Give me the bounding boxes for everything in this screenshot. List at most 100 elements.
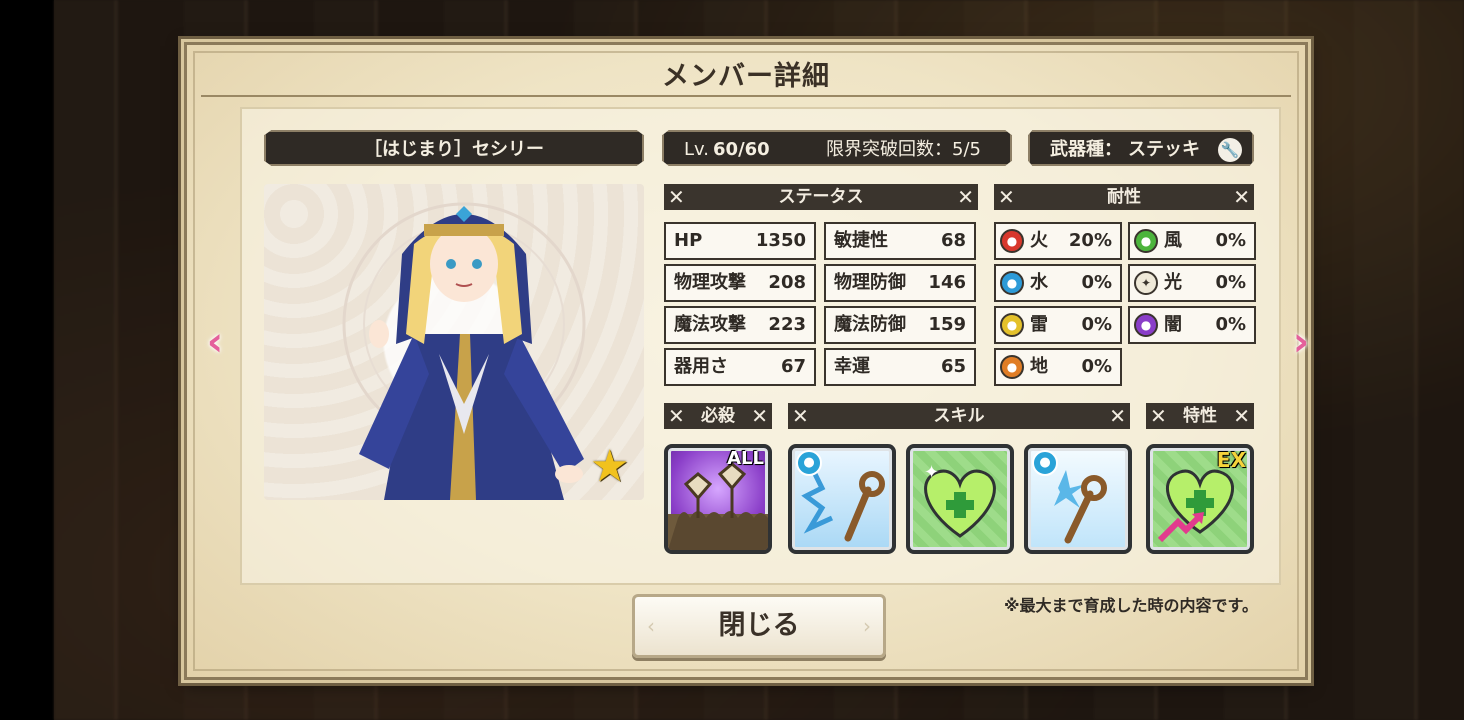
wrench-icon: 🔧 xyxy=(1218,138,1242,162)
special-header-label: 必殺 xyxy=(701,406,735,426)
ex-badge: EX xyxy=(1216,448,1246,472)
cross-ornament-icon: ✕ xyxy=(1109,404,1126,428)
resistance-label: 闇 xyxy=(1164,314,1182,335)
light-icon: ✦ xyxy=(1134,271,1158,295)
close-button[interactable]: ‹ 閉じる › xyxy=(632,594,886,658)
skills-section-header: ✕ スキル ✕ xyxy=(788,403,1130,429)
resistance-wind: ● 風 0% xyxy=(1128,222,1256,260)
thunder-icon: ● xyxy=(1000,313,1024,337)
level-value: 60/60 xyxy=(713,139,770,160)
character-name: ［はじまり］セシリー xyxy=(364,139,544,160)
resistance-value: 0% xyxy=(1215,230,1246,251)
skill-wind-staff-icon[interactable]: ● xyxy=(788,444,896,554)
resistance-fire: ● 火 20% xyxy=(994,222,1122,260)
resistance-label: 光 xyxy=(1164,272,1182,293)
resistance-dark: ● 闇 0% xyxy=(1128,306,1256,344)
svg-text:✦: ✦ xyxy=(924,462,939,483)
wind-icon: ● xyxy=(1134,229,1158,253)
limit-break: 限界突破回数：5/5 xyxy=(826,132,981,166)
weapon-type-bar: 武器種： ステッキ 🔧 xyxy=(1028,130,1254,166)
weapon-label: 武器種： xyxy=(1050,139,1122,160)
stat-hp: HP 1350 xyxy=(664,222,816,260)
cross-ornament-icon: ✕ xyxy=(957,185,974,209)
close-button-label: 閉じる xyxy=(718,610,800,641)
max-growth-note: ※最大まで育成した時の内容です。 xyxy=(1004,596,1258,615)
skill-heal-heart-icon[interactable]: ✦ xyxy=(906,444,1014,554)
stat-label: HP xyxy=(674,230,703,251)
fire-icon: ● xyxy=(1000,229,1024,253)
stat-value: 159 xyxy=(928,314,966,335)
resistance-value: 0% xyxy=(1215,272,1246,293)
resistance-earth: ● 地 0% xyxy=(994,348,1122,386)
chevron-ornament-icon: ‹ xyxy=(647,614,655,638)
limit-break-value: 5/5 xyxy=(952,139,981,160)
traits-header-label: 特性 xyxy=(1183,406,1217,426)
limit-break-label: 限界突破回数： xyxy=(826,139,952,160)
resistance-label: 地 xyxy=(1030,356,1048,377)
weapon-value: ステッキ xyxy=(1128,139,1200,160)
heart-cross-icon: ✦ xyxy=(924,462,996,538)
character-portrait xyxy=(264,184,644,500)
stat-magic-defense: 魔法防御 159 xyxy=(824,306,976,344)
trait-heal-up-icon[interactable]: EX xyxy=(1146,444,1254,554)
stat-physical-defense: 物理防御 146 xyxy=(824,264,976,302)
stat-value: 208 xyxy=(768,272,806,293)
title-divider xyxy=(201,95,1291,97)
traits-section-header: ✕ 特性 ✕ xyxy=(1146,403,1254,429)
resistance-thunder: ● 雷 0% xyxy=(994,306,1122,344)
stat-label: 幸運 xyxy=(834,356,870,377)
resistance-section-header: ✕ 耐性 ✕ xyxy=(994,184,1254,210)
stat-luck: 幸運 65 xyxy=(824,348,976,386)
chevron-ornament-icon: › xyxy=(863,614,871,638)
cross-ornament-icon: ✕ xyxy=(1233,404,1250,428)
stat-value: 223 xyxy=(768,314,806,335)
character-name-bar: ［はじまり］セシリー xyxy=(264,130,644,166)
level-bar: Lv. 60/60 限界突破回数：5/5 xyxy=(662,130,1012,166)
stat-value: 1350 xyxy=(755,230,806,251)
star-icon: ★ xyxy=(590,441,630,492)
next-member-arrow[interactable]: › xyxy=(1284,320,1318,364)
status-section-header: ✕ ステータス ✕ xyxy=(664,184,978,210)
stat-label: 敏捷性 xyxy=(834,230,888,251)
stat-dexterity: 器用さ 67 xyxy=(664,348,816,386)
skills-header-label: スキル xyxy=(933,406,985,426)
water-icon: ● xyxy=(1000,271,1024,295)
character-illustration xyxy=(342,202,586,500)
all-badge: ALL xyxy=(727,448,764,469)
stat-label: 魔法防御 xyxy=(834,314,906,335)
cross-ornament-icon: ✕ xyxy=(1233,185,1250,209)
cross-ornament-icon: ✕ xyxy=(751,404,768,428)
resistance-value: 0% xyxy=(1081,272,1112,293)
resistance-label: 風 xyxy=(1164,230,1182,251)
stat-value: 68 xyxy=(940,230,966,251)
person-icon: ● xyxy=(796,450,822,476)
cross-ornament-icon: ✕ xyxy=(792,404,809,428)
cross-ornament-icon: ✕ xyxy=(998,185,1015,209)
resistance-label: 火 xyxy=(1030,230,1048,251)
stat-label: 器用さ xyxy=(674,356,728,377)
dark-icon: ● xyxy=(1134,313,1158,337)
prev-member-arrow[interactable]: ‹ xyxy=(198,320,232,364)
stat-value: 65 xyxy=(940,356,966,377)
special-section-header: ✕ 必殺 ✕ xyxy=(664,403,772,429)
cross-ornament-icon: ✕ xyxy=(668,404,685,428)
cross-ornament-icon: ✕ xyxy=(1150,404,1167,428)
skill-sparkle-staff-icon[interactable]: ● xyxy=(1024,444,1132,554)
resistance-header-label: 耐性 xyxy=(1107,187,1141,207)
resistance-light: ✦ 光 0% xyxy=(1128,264,1256,302)
status-header-label: ステータス xyxy=(778,187,864,207)
cross-ornament-icon: ✕ xyxy=(668,185,685,209)
dialog-title: メンバー詳細 xyxy=(662,61,830,92)
resistance-value: 0% xyxy=(1081,356,1112,377)
earth-icon: ● xyxy=(1000,355,1024,379)
resistance-label: 水 xyxy=(1030,272,1048,293)
special-skill-icon[interactable]: ALL xyxy=(664,444,772,554)
stat-agility: 敏捷性 68 xyxy=(824,222,976,260)
stat-magic-attack: 魔法攻撃 223 xyxy=(664,306,816,344)
resistance-value: 0% xyxy=(1081,314,1112,335)
resistance-water: ● 水 0% xyxy=(994,264,1122,302)
level-label: Lv. xyxy=(684,139,710,160)
stat-label: 魔法攻撃 xyxy=(674,314,746,335)
stat-label: 物理防御 xyxy=(834,272,906,293)
screen-edge xyxy=(0,0,54,720)
